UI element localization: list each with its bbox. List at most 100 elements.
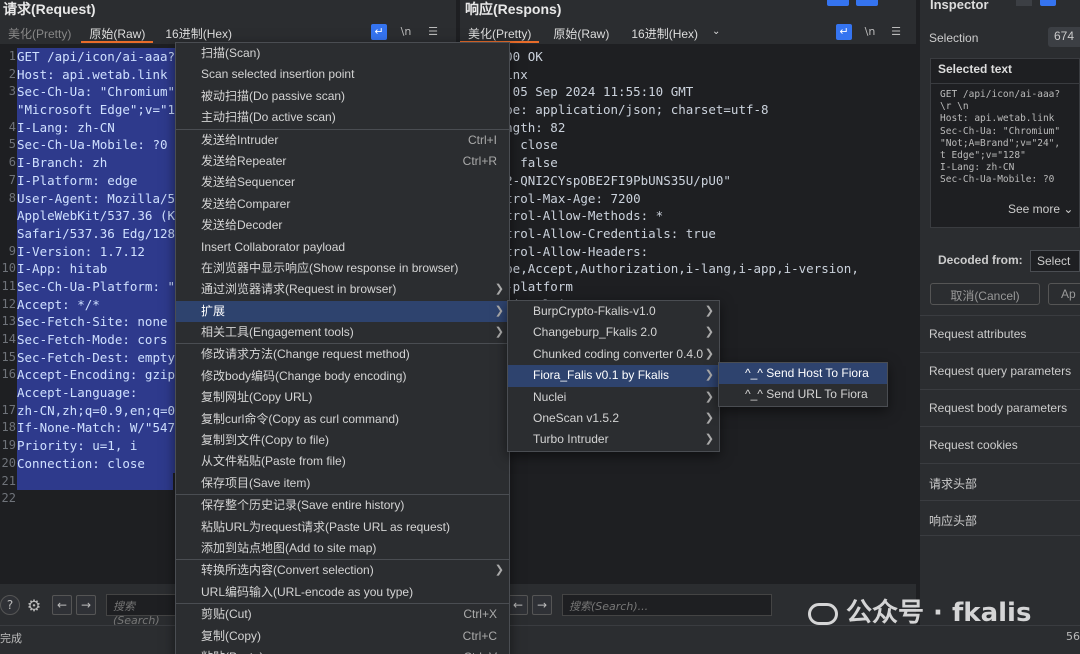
menu-item[interactable]: 在浏览器中显示响应(Show response in browser) <box>176 258 509 279</box>
chevron-right-icon: ❯ <box>494 283 504 296</box>
selected-text-line: "Not;A=Brand";v="24", <box>940 137 1061 149</box>
tab-raw[interactable]: 原始(Raw) <box>545 21 617 43</box>
menu-item[interactable]: 发送给Decoder <box>176 215 509 236</box>
help-icon[interactable]: ? <box>0 595 20 615</box>
menu-item[interactable]: 转换所选内容(Convert selection) ❯ <box>176 560 509 581</box>
menu-item[interactable]: 从文件粘贴(Paste from file) <box>176 451 509 472</box>
menu-item[interactable]: 相关工具(Engagement tools) ❯ <box>176 322 509 343</box>
menu-item[interactable]: 复制网址(Copy URL) <box>176 387 509 408</box>
menu-item-label: ^_^ Send Host To Fiora <box>745 366 869 380</box>
gear-icon[interactable]: ⚙ <box>24 595 44 615</box>
menu-item-label: 转换所选内容(Convert selection) <box>201 563 374 578</box>
request-code[interactable]: GET /api/icon/ai-aaa? Host: api.wetab.lin… <box>17 48 176 508</box>
menu-item[interactable]: Insert Collaborator payload <box>176 237 509 258</box>
tab-pretty[interactable]: 美化(Pretty) <box>460 21 540 43</box>
menu-item[interactable]: Turbo Intruder ❯ <box>508 429 719 450</box>
menu-item[interactable]: 保存项目(Save item) <box>176 473 509 494</box>
forward-arrow-icon[interactable]: → <box>532 595 552 615</box>
layout-icon[interactable] <box>1016 0 1032 6</box>
menu-item[interactable]: 发送给Repeater Ctrl+R <box>176 151 509 172</box>
layout-icon[interactable] <box>1040 0 1056 6</box>
menu-item[interactable]: OneScan v1.5.2 ❯ <box>508 408 719 429</box>
cancel-button[interactable]: 取消(Cancel) <box>930 283 1040 305</box>
menu-icon[interactable]: ☰ <box>888 24 904 40</box>
menu-item[interactable]: 复制(Copy) Ctrl+C <box>176 626 509 647</box>
tab-pretty[interactable]: 美化(Pretty) <box>0 21 79 43</box>
menu-item[interactable]: 发送给Comparer <box>176 194 509 215</box>
menu-item[interactable]: Fiora_Falis v0.1 by Fkalis ❯ <box>508 365 719 387</box>
menu-item[interactable]: ^_^ Send URL To Fiora <box>719 384 887 405</box>
line-number: 8 <box>8 190 16 205</box>
menu-item[interactable]: 发送给Sequencer <box>176 172 509 193</box>
line-number <box>0 101 16 119</box>
menu-item-label: 扩展 <box>201 303 226 318</box>
forward-arrow-icon[interactable]: → <box>76 595 96 615</box>
wrap-lines-icon[interactable]: ↵ <box>371 24 387 40</box>
layout-icon[interactable] <box>827 0 849 6</box>
section-request-attributes[interactable]: Request attributes <box>920 315 1080 351</box>
menu-item-shortcut: Ctrl+X <box>463 607 497 622</box>
menu-item[interactable]: Scan selected insertion point <box>176 64 509 85</box>
code-line: Sec-Fetch-Site: none <box>17 313 176 331</box>
menu-item[interactable]: Chunked coding converter 0.4.0 ❯ <box>508 344 719 365</box>
section-request-headers[interactable]: 请求头部 <box>920 463 1080 499</box>
wrap-lines-icon[interactable]: ↵ <box>836 24 852 40</box>
menu-item[interactable]: 保存整个历史记录(Save entire history) <box>176 495 509 516</box>
section-request-body-parameters[interactable]: Request body parameters <box>920 389 1080 425</box>
apply-button[interactable]: Ap <box>1048 283 1080 305</box>
back-arrow-icon[interactable]: ← <box>52 595 72 615</box>
menu-item[interactable]: 扩展 ❯ <box>176 300 509 323</box>
line-number: 13 <box>1 314 16 329</box>
tab-hex[interactable]: 16进制(Hex) <box>623 21 706 43</box>
code-line: If-None-Match: W/"547 <box>17 419 176 438</box>
menu-item[interactable]: 剪贴(Cut) Ctrl+X <box>176 604 509 625</box>
menu-item[interactable]: URL编码输入(URL-encode as you type) <box>176 582 509 603</box>
menu-item-label: 发送给Repeater <box>201 153 287 168</box>
tab-hex[interactable]: 16进制(Hex) <box>157 21 240 43</box>
see-more-link[interactable]: See more ⌄ <box>1008 202 1073 216</box>
line-number <box>0 225 16 243</box>
line-number: 12 <box>1 296 16 311</box>
selected-text-line: I-Lang: zh-CN <box>940 162 1015 174</box>
menu-item[interactable]: 添加到站点地图(Add to site map) <box>176 538 509 559</box>
response-code[interactable]: /1.1 200 OK er: nginx: Thu, 05 Sep 2024 1… <box>460 48 859 313</box>
menu-item-label: Scan selected insertion point <box>201 67 355 82</box>
section-request-cookies[interactable]: Request cookies <box>920 426 1080 462</box>
menu-item[interactable]: 复制curl命令(Copy as curl command) <box>176 409 509 430</box>
request-search-input[interactable]: 搜索(Search) <box>106 594 186 627</box>
menu-item[interactable]: 发送给Intruder Ctrl+I <box>176 130 509 151</box>
menu-item[interactable]: 主动扫描(Do active scan) <box>176 107 509 128</box>
code-line: Accept-Encoding: gzip <box>17 366 176 385</box>
section-request-query-parameters[interactable]: Request query parameters <box>920 352 1080 388</box>
menu-icon[interactable]: ☰ <box>425 24 441 40</box>
menu-item[interactable]: 被动扫描(Do passive scan) <box>176 86 509 107</box>
decoded-from-select[interactable]: Select <box>1030 250 1080 272</box>
menu-item[interactable]: 修改body编码(Change body encoding) <box>176 366 509 387</box>
menu-item[interactable]: 复制到文件(Copy to file) <box>176 430 509 451</box>
menu-item[interactable]: Nuclei ❯ <box>508 387 719 408</box>
menu-item[interactable]: Changeburp_Fkalis 2.0 ❯ <box>508 322 719 343</box>
response-search-input[interactable]: 搜索(Search)... <box>562 594 772 616</box>
newline-icon[interactable]: \n <box>862 24 878 40</box>
menu-item[interactable]: ^_^ Send Host To Fiora <box>719 363 887 385</box>
menu-item[interactable]: 修改请求方法(Change request method) <box>176 344 509 365</box>
line-number: 6 <box>8 155 16 170</box>
chevron-down-icon[interactable]: ⌄ <box>704 21 728 43</box>
chevron-right-icon: ❯ <box>704 347 714 360</box>
tab-raw[interactable]: 原始(Raw) <box>81 21 154 43</box>
newline-icon[interactable]: \n <box>398 24 414 40</box>
code-line: I-Branch: zh <box>17 154 176 172</box>
back-arrow-icon[interactable]: ← <box>508 595 528 615</box>
selected-text-label: Selected text <box>938 62 1013 76</box>
menu-item[interactable]: 粘贴(Paste) Ctrl+V <box>176 647 509 654</box>
watermark: 公众号 · fkalis <box>808 592 1031 629</box>
menu-item[interactable]: 通过浏览器请求(Request in browser) ❯ <box>176 279 509 300</box>
code-line: uccess: false <box>460 155 558 171</box>
menu-item[interactable]: BurpCrypto-Fkalis-v1.0 ❯ <box>508 301 719 322</box>
layout-icon[interactable] <box>856 0 878 6</box>
line-number: 14 <box>1 332 16 346</box>
menu-item[interactable]: 粘贴URL为request请求(Paste URL as request) <box>176 517 509 538</box>
menu-item[interactable]: 扫描(Scan) <box>176 43 509 64</box>
section-response-headers[interactable]: 响应头部 <box>920 500 1080 536</box>
